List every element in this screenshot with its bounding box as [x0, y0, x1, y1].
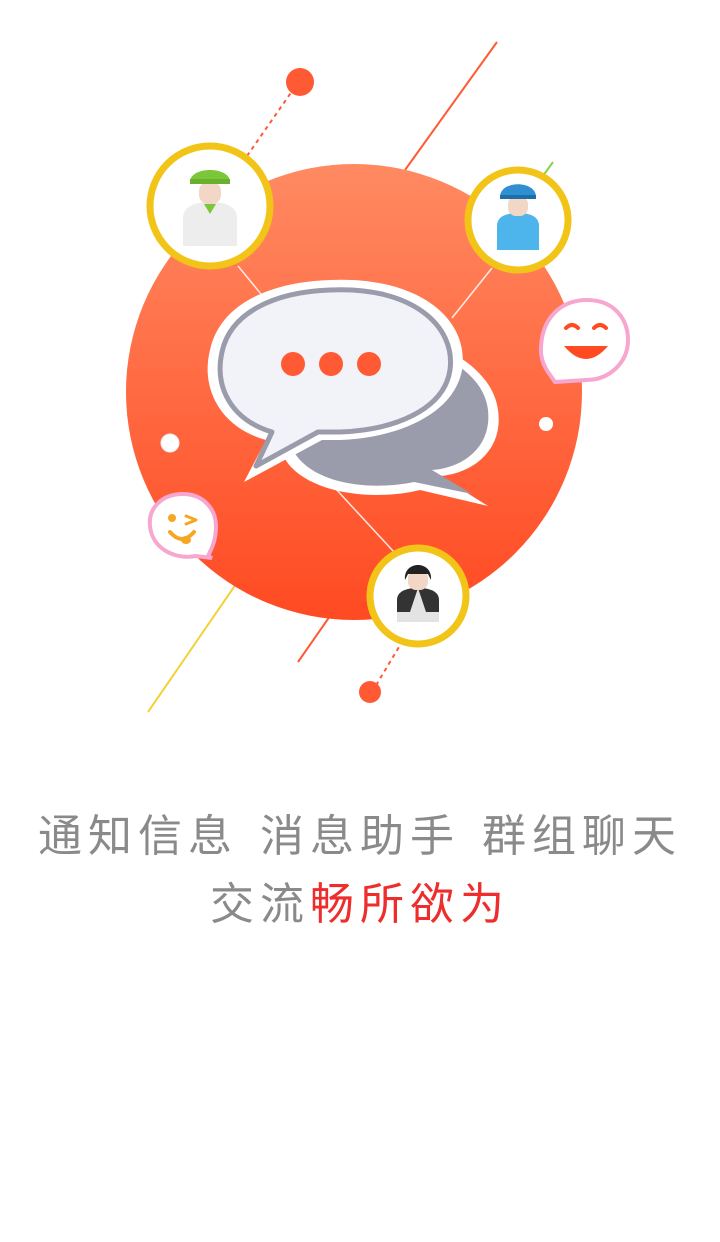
user-avatar-icon	[366, 544, 470, 648]
tagline-notifications: 通知信息	[38, 811, 238, 862]
top-red-dot	[286, 68, 314, 96]
left-white-dot	[160, 433, 180, 453]
tagline-highlight: 畅所欲为	[310, 879, 510, 930]
smile-emoji-icon	[538, 297, 631, 385]
right-white-dot	[539, 417, 553, 431]
bottom-red-dot	[359, 681, 381, 703]
tagline-line2: 交流畅所欲为	[0, 868, 720, 932]
tagline-assistant: 消息助手	[260, 811, 460, 862]
engineer-avatar-icon	[464, 166, 572, 274]
onboarding-illustration	[126, 41, 631, 713]
worker-avatar-icon	[146, 142, 274, 270]
tagline-plain: 交流	[210, 879, 310, 930]
tagline-group-chat: 群组聊天	[482, 811, 682, 862]
tagline-line1: 通知信息 消息助手 群组聊天	[0, 800, 720, 864]
wink-emoji-icon	[147, 491, 219, 560]
